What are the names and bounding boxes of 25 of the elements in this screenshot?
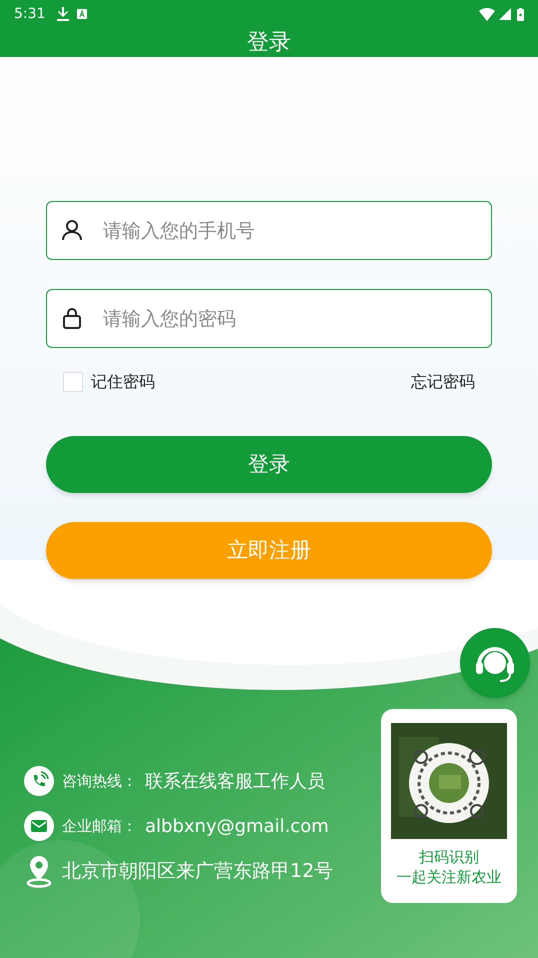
lock-icon [60, 306, 84, 330]
input-field[interactable]: 请输入您的手机号 [46, 201, 492, 260]
login-button[interactable]: 登录 [46, 436, 492, 493]
phone-icon [24, 766, 54, 796]
wifi-icon [479, 8, 495, 20]
user-icon [60, 218, 84, 242]
page-title: 登录 [247, 29, 291, 57]
checkbox[interactable] [63, 372, 83, 392]
signal-icon [499, 8, 511, 20]
forgot-password-link[interactable]: 忘记密码 [411, 370, 475, 394]
battery-icon [517, 8, 524, 20]
contact-label: 咨询热线： [62, 770, 137, 792]
keyboard-a-icon [77, 9, 88, 19]
contact-value: 联系在线客服工作人员 [145, 770, 325, 794]
location-pin-icon [24, 854, 54, 888]
qr-caption: 扫码识别 一起关注新农业 [396, 847, 502, 887]
contact-label: 企业邮箱： [62, 816, 137, 837]
status-time: 5:31 [14, 4, 46, 24]
contact-value: 北京市朝阳区来广营东路甲12号 [62, 858, 334, 884]
mail-icon [24, 811, 54, 841]
remember-label: 记住密码 [91, 371, 155, 393]
register-button[interactable]: 立即注册 [46, 522, 492, 579]
input-field[interactable]: 请输入您的密码 [46, 289, 492, 348]
download-icon [57, 7, 70, 21]
contact-value: albbxny@gmail.com [145, 814, 329, 838]
